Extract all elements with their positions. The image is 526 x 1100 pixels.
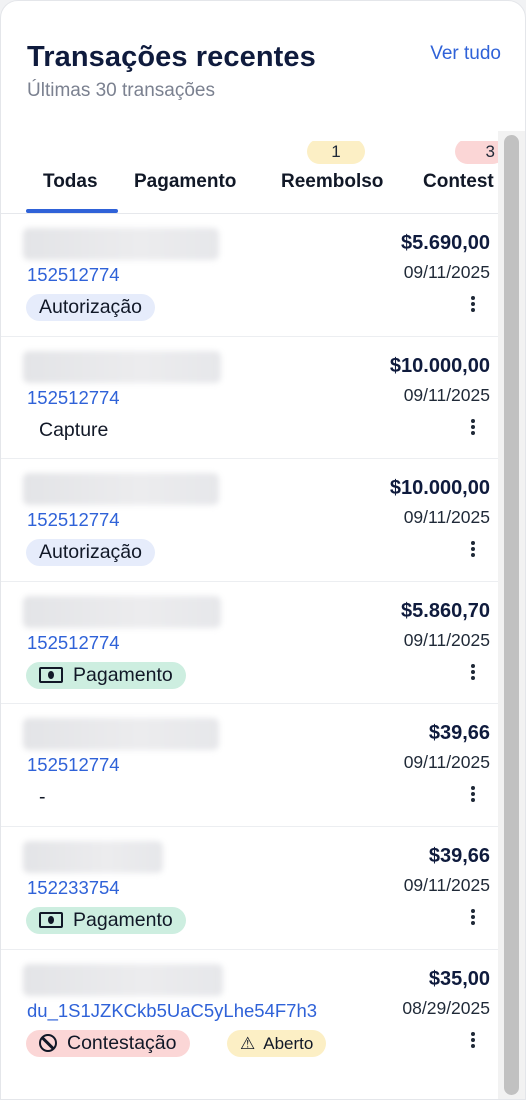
transaction-id-link[interactable]: 152512774 (27, 754, 120, 776)
ban-icon (39, 1034, 57, 1053)
transaction-row[interactable]: 152512774 Pagamento $5.860,70 09/11/2025 (1, 582, 498, 705)
redacted-customer-name (23, 963, 223, 996)
tag-label: Contestação (67, 1031, 177, 1054)
cash-icon (39, 667, 63, 684)
more-options-icon[interactable] (466, 417, 480, 437)
tab-label: Todas (43, 171, 98, 192)
status-label: Aberto (263, 1033, 314, 1053)
tag-label: Capture (39, 418, 109, 441)
transaction-amount: $10.000,00 (389, 477, 490, 500)
tag-label: - (39, 786, 46, 809)
transaction-date: 09/11/2025 (403, 384, 490, 405)
redacted-customer-name (23, 228, 219, 260)
tab-contestacao[interactable]: 3 Contest (423, 141, 498, 213)
redacted-customer-name (23, 473, 219, 506)
card-header: Transações recentes Últimas 30 transaçõe… (1, 1, 525, 131)
transaction-amount: $5.690,00 (401, 232, 490, 254)
transaction-row[interactable]: du_1S1JZKCkb5UaC5yLhe54F7h3 Contestação … (1, 950, 498, 1073)
transaction-row[interactable]: 152512774 Autorização $5.690,00 09/11/20… (1, 214, 498, 337)
tab-pagamento[interactable]: Pagamento (134, 171, 236, 213)
transaction-type-tag: Pagamento (26, 661, 186, 689)
transaction-date: 09/11/2025 (403, 629, 490, 650)
card-subtitle: Últimas 30 transações (27, 80, 215, 101)
more-options-icon[interactable] (466, 539, 480, 559)
transaction-amount: $10.000,00 (389, 354, 490, 377)
transaction-amount: $35,00 (428, 967, 490, 990)
transaction-date: 09/11/2025 (403, 507, 490, 528)
tab-label: Pagamento (134, 171, 237, 192)
transaction-type-tag: Autorização (26, 294, 155, 321)
more-options-icon[interactable] (466, 1030, 480, 1050)
tab-count-badge: 3 (455, 141, 498, 164)
transaction-date: 09/11/2025 (403, 752, 490, 773)
transaction-amount: $39,66 (428, 844, 490, 867)
transaction-amount: $5.860,70 (401, 599, 490, 622)
transaction-id-link[interactable]: du_1S1JZKCkb5UaC5yLhe54F7h3 (27, 1000, 317, 1022)
tag-label: Autorização (39, 296, 142, 318)
redacted-customer-name (23, 595, 221, 628)
tag-label: Pagamento (73, 908, 173, 931)
card-title: Transações recentes (27, 41, 316, 73)
tag-label: Pagamento (73, 663, 173, 686)
vertical-scrollbar[interactable] (498, 131, 525, 1099)
transaction-type-tag: Contestação (26, 1029, 190, 1057)
transaction-date: 08/29/2025 (402, 997, 490, 1018)
warning-icon: ⚠ (240, 1033, 256, 1053)
redacted-customer-name (23, 350, 221, 383)
tag-label: Autorização (39, 541, 142, 564)
transaction-date: 09/11/2025 (403, 262, 490, 282)
tab-label: Contest (423, 171, 494, 192)
transaction-type-tag: Autorização (26, 539, 155, 567)
transaction-list: 152512774 Autorização $5.690,00 09/11/20… (1, 214, 498, 1072)
tab-count-badge: 1 (307, 141, 365, 164)
tab-reembolso[interactable]: 1 Reembolso (281, 141, 384, 213)
redacted-customer-name (23, 840, 163, 873)
transaction-row[interactable]: 152233754 Pagamento $39,66 09/11/2025 (1, 827, 498, 950)
transaction-id-link[interactable]: 152233754 (27, 877, 120, 899)
transaction-type-tag: Capture (26, 417, 121, 444)
transaction-id-link[interactable]: 152512774 (27, 264, 120, 286)
transaction-amount: $39,66 (428, 722, 490, 745)
transaction-row[interactable]: 152512774 - $39,66 09/11/2025 (1, 704, 498, 827)
transaction-row[interactable]: 152512774 Capture $10.000,00 09/11/2025 (1, 337, 498, 460)
active-tab-indicator (26, 209, 118, 213)
tab-bar: Todas Pagamento 1 Reembolso 3 Contest (1, 141, 498, 214)
more-options-icon[interactable] (466, 294, 480, 314)
more-options-icon[interactable] (466, 784, 480, 804)
transaction-type-tag: Pagamento (26, 906, 186, 934)
more-options-icon[interactable] (466, 662, 480, 682)
cash-icon (39, 912, 63, 929)
transaction-type-tag: - (26, 784, 59, 811)
scrollbar-thumb[interactable] (504, 135, 519, 1095)
transaction-date: 09/11/2025 (403, 874, 490, 895)
transaction-id-link[interactable]: 152512774 (27, 387, 120, 409)
more-options-icon[interactable] (466, 907, 480, 927)
transaction-row[interactable]: 152512774 Autorização $10.000,00 09/11/2… (1, 459, 498, 582)
dispute-status-badge: ⚠ Aberto (227, 1029, 327, 1057)
see-all-link[interactable]: Ver tudo (430, 43, 501, 65)
transaction-id-link[interactable]: 152512774 (27, 632, 120, 654)
tab-label: Reembolso (281, 171, 384, 192)
redacted-customer-name (23, 718, 219, 751)
tab-todas[interactable]: Todas (43, 171, 98, 213)
recent-transactions-card: Transações recentes Últimas 30 transaçõe… (0, 0, 526, 1100)
transaction-id-link[interactable]: 152512774 (27, 509, 120, 531)
